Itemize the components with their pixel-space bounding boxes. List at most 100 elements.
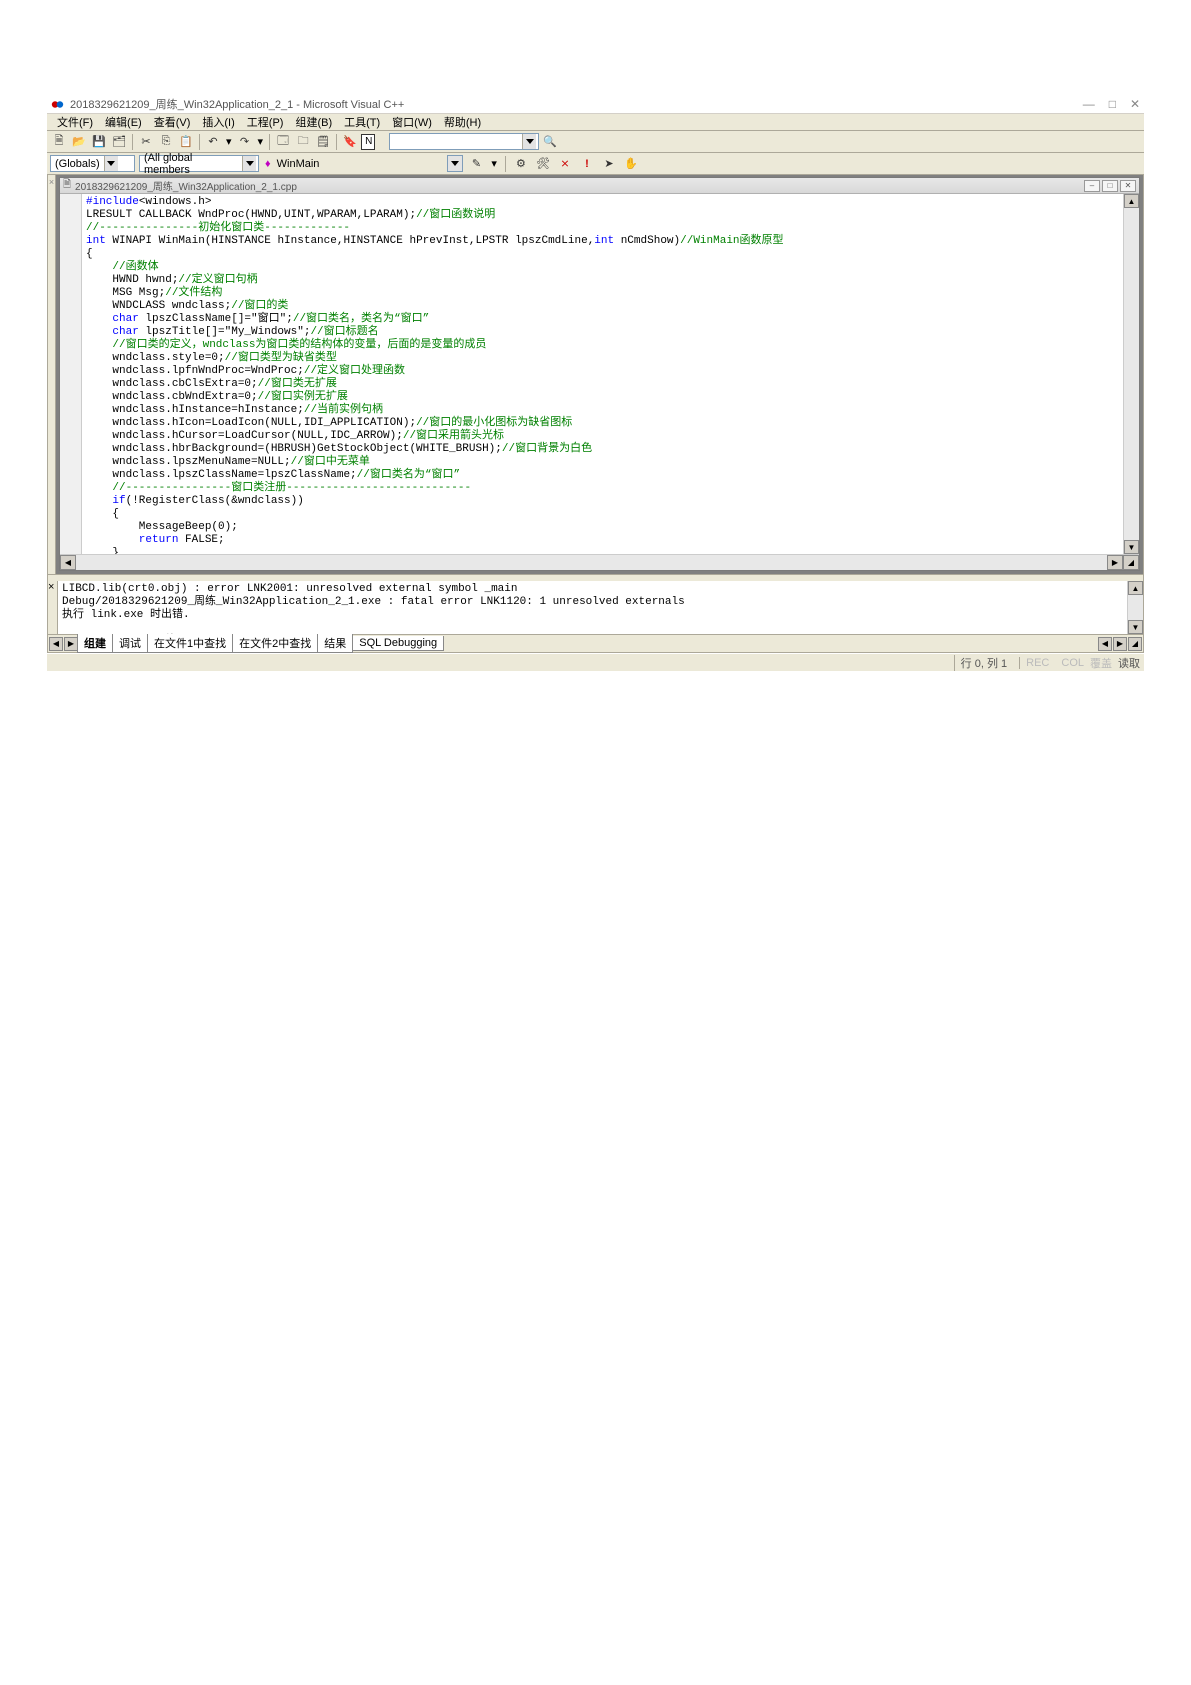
output-vertical-scrollbar[interactable]: ▲ ▼ xyxy=(1127,581,1143,634)
scroll-down-button[interactable]: ▼ xyxy=(1128,620,1143,634)
menu-tools[interactable]: 工具(T) xyxy=(338,114,386,130)
menu-window[interactable]: 窗口(W) xyxy=(386,114,438,130)
output-tab-find2[interactable]: 在文件2中查找 xyxy=(232,634,318,653)
scroll-right-button[interactable]: ▶ xyxy=(1107,555,1123,570)
tab-scroll-right-button[interactable]: ▶ xyxy=(64,637,78,651)
status-col-indicator: COL xyxy=(1061,657,1084,669)
stop-build-icon[interactable]: ⨯ xyxy=(556,155,574,173)
close-button[interactable]: ✕ xyxy=(1130,97,1140,111)
redo-dropdown[interactable]: ▾ xyxy=(256,135,266,148)
cpp-file-icon: 🗎 xyxy=(63,177,71,194)
dropdown-arrow-icon[interactable] xyxy=(242,156,256,171)
workspace: × 🗎 2018329621209_周练_Win32Application_2_… xyxy=(47,175,1144,575)
copy-icon[interactable]: ⎘ xyxy=(157,133,175,151)
breakpoint-icon[interactable]: ✋ xyxy=(622,155,640,173)
output-size-grip: ◢ xyxy=(1128,637,1142,651)
output-scroll-right-button[interactable]: ▶ xyxy=(1113,637,1127,651)
compile-icon[interactable]: ⚙ xyxy=(512,155,530,173)
menu-view[interactable]: 查看(V) xyxy=(148,114,197,130)
save-all-icon[interactable]: 🗂 xyxy=(110,133,128,151)
document-window: 🗎 2018329621209_周练_Win32Application_2_1.… xyxy=(59,177,1140,571)
separator xyxy=(505,156,506,172)
scrollbar-track[interactable] xyxy=(76,555,1107,570)
status-rec-indicator: REC xyxy=(1019,657,1055,669)
output-tab-find1[interactable]: 在文件1中查找 xyxy=(147,634,233,653)
code-gutter xyxy=(60,194,82,554)
document-title: 2018329621209_周练_Win32Application_2_1.cp… xyxy=(75,178,1084,193)
menu-edit[interactable]: 编辑(E) xyxy=(99,114,148,130)
doc-maximize-button[interactable]: □ xyxy=(1102,180,1118,192)
output-tabs: ◀ ▶ 组建 调试 在文件1中查找 在文件2中查找 结果 SQL Debuggi… xyxy=(48,634,1143,652)
vertical-scrollbar[interactable]: ▲ ▼ xyxy=(1123,194,1139,554)
output-scroll-left-button[interactable]: ◀ xyxy=(1098,637,1112,651)
scroll-down-button[interactable]: ▼ xyxy=(1124,540,1139,554)
undo-icon[interactable]: ↶ xyxy=(204,133,222,151)
workspace-icon[interactable]: 🗔 xyxy=(274,133,292,151)
window-title: 2018329621209_周练_Win32Application_2_1 - … xyxy=(70,96,1083,112)
find-combo[interactable] xyxy=(389,133,539,150)
menu-project[interactable]: 工程(P) xyxy=(241,114,290,130)
horizontal-scrollbar[interactable]: ◀ ▶ ◢ xyxy=(60,554,1139,570)
output-handle[interactable]: × xyxy=(48,581,58,634)
separator xyxy=(199,134,200,150)
minimize-button[interactable]: — xyxy=(1083,97,1095,111)
paste-icon[interactable]: 📋 xyxy=(177,133,195,151)
scroll-left-button[interactable]: ◀ xyxy=(60,555,76,570)
function-icon: ♦ xyxy=(263,158,273,170)
maximize-button[interactable]: □ xyxy=(1109,97,1116,111)
output-text[interactable]: LIBCD.lib(crt0.obj) : error LNK2001: unr… xyxy=(58,581,1127,634)
separator xyxy=(269,134,270,150)
action-combo[interactable] xyxy=(447,155,463,172)
output-tab-debug[interactable]: 调试 xyxy=(112,634,148,653)
scope-value: (Globals) xyxy=(55,158,100,170)
tab-scroll-left-button[interactable]: ◀ xyxy=(49,637,63,651)
wand-icon[interactable]: ✎ xyxy=(467,155,485,173)
menu-help[interactable]: 帮助(H) xyxy=(438,114,487,130)
menubar: 文件(F) 编辑(E) 查看(V) 插入(I) 工程(P) 组建(B) 工具(T… xyxy=(47,113,1144,131)
output-tab-sql[interactable]: SQL Debugging xyxy=(352,636,444,651)
separator xyxy=(336,134,337,150)
members-combo[interactable]: (All global members xyxy=(139,155,259,172)
menu-file[interactable]: 文件(F) xyxy=(51,114,99,130)
dropdown-arrow-icon[interactable] xyxy=(522,134,536,149)
dropdown-arrow-icon[interactable] xyxy=(448,156,462,171)
separator xyxy=(132,134,133,150)
wand-dropdown[interactable]: ▾ xyxy=(489,157,499,170)
execute-icon[interactable]: ! xyxy=(578,155,596,173)
build-icon[interactable]: 🛠 xyxy=(534,155,552,173)
size-grip: ◢ xyxy=(1123,555,1139,570)
scroll-up-button[interactable]: ▲ xyxy=(1128,581,1143,595)
editor-area: 🗎 2018329621209_周练_Win32Application_2_1.… xyxy=(56,175,1143,574)
go-icon[interactable]: ➤ xyxy=(600,155,618,173)
workspace-sidebar-handle[interactable]: × xyxy=(48,175,56,574)
scroll-up-button[interactable]: ▲ xyxy=(1124,194,1139,208)
undo-dropdown[interactable]: ▾ xyxy=(224,135,234,148)
document-titlebar[interactable]: 🗎 2018329621209_周练_Win32Application_2_1.… xyxy=(60,178,1139,194)
cut-icon[interactable]: ✂ xyxy=(137,133,155,151)
code-editor[interactable]: #include<windows.h> LRESULT CALLBACK Wnd… xyxy=(82,194,1123,554)
resource-icon[interactable]: 🗀 xyxy=(294,133,312,151)
output-tab-results[interactable]: 结果 xyxy=(317,634,353,653)
app-icon xyxy=(51,98,64,111)
doc-minimize-button[interactable]: – xyxy=(1084,180,1100,192)
function-name: WinMain xyxy=(277,158,320,170)
status-read-indicator: 读取 xyxy=(1118,655,1140,671)
scope-combo[interactable]: (Globals) xyxy=(50,155,135,172)
members-value: (All global members xyxy=(144,152,238,176)
output-pane: × LIBCD.lib(crt0.obj) : error LNK2001: u… xyxy=(47,581,1144,653)
doc-close-button[interactable]: ✕ xyxy=(1120,180,1136,192)
find-letter-box[interactable]: N xyxy=(361,134,375,150)
standard-toolbar: 🗎 📂 💾 🗂 ✂ ⎘ 📋 ↶ ▾ ↷ ▾ 🗔 🗀 🗒 🔖 N 🔍 xyxy=(47,131,1144,153)
open-file-icon[interactable]: 📂 xyxy=(70,133,88,151)
redo-icon[interactable]: ↷ xyxy=(236,133,254,151)
output-tab-build[interactable]: 组建 xyxy=(77,634,113,653)
output-icon[interactable]: 🗒 xyxy=(314,133,332,151)
menu-insert[interactable]: 插入(I) xyxy=(196,114,240,130)
menu-build[interactable]: 组建(B) xyxy=(289,114,338,130)
new-file-icon[interactable]: 🗎 xyxy=(50,133,68,151)
window-titlebar: 2018329621209_周练_Win32Application_2_1 - … xyxy=(47,95,1144,113)
save-icon[interactable]: 💾 xyxy=(90,133,108,151)
bookmark-icon[interactable]: 🔖 xyxy=(341,133,359,151)
dropdown-arrow-icon[interactable] xyxy=(104,156,118,171)
find-icon[interactable]: 🔍 xyxy=(541,133,559,151)
